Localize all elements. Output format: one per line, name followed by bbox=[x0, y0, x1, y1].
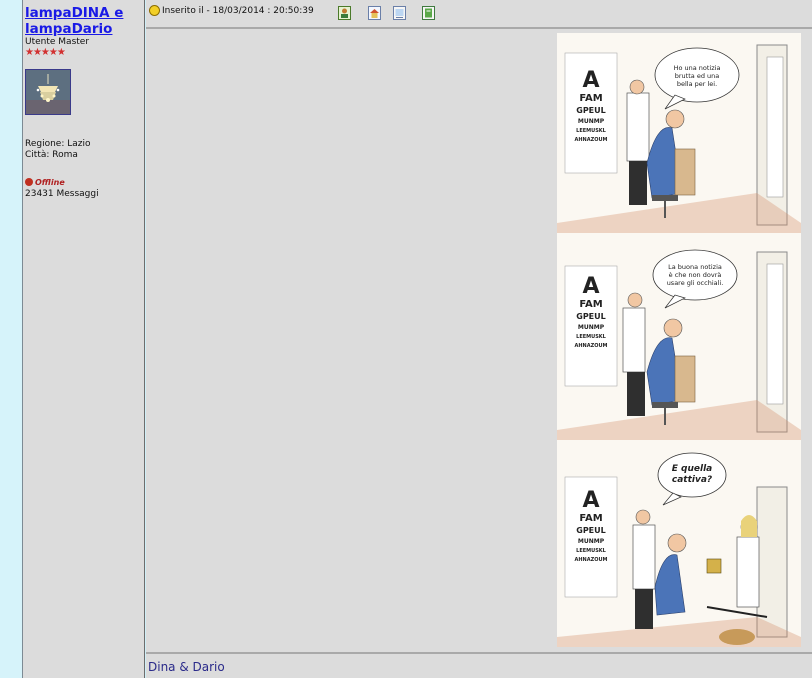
eye-chart-row: A bbox=[582, 68, 599, 93]
comic-bubble-1-line-3: bella per lei. bbox=[677, 80, 717, 88]
comic-panel-2: La buona notizia è che non dovrà usare g… bbox=[557, 240, 801, 440]
comic-bubble-1-line-2: brutta ed una bbox=[675, 72, 719, 80]
edit-icon[interactable] bbox=[422, 6, 435, 20]
post-header: Inserito il - 18/03/2014 : 20:50:39 bbox=[146, 0, 812, 26]
eye-chart-row: LEEMUSKL bbox=[576, 548, 607, 554]
comic-image: Ho una notizia brutta ed una bella per l… bbox=[557, 33, 801, 647]
signature: Dina & Dario bbox=[148, 660, 225, 674]
status-label: Offline bbox=[35, 178, 65, 187]
eye-chart-row: MUNMP bbox=[578, 538, 605, 545]
eye-chart-row: GPEUL bbox=[576, 312, 606, 321]
quote-icon[interactable] bbox=[393, 6, 406, 20]
home-icon[interactable] bbox=[368, 6, 381, 20]
profile-icon[interactable] bbox=[338, 6, 351, 20]
left-strip bbox=[0, 0, 23, 678]
eye-chart-row: A bbox=[582, 488, 599, 513]
eye-chart-row: GPEUL bbox=[576, 106, 606, 115]
status-offline: Offline bbox=[25, 178, 65, 187]
comic-bubble-3-line-2: cattiva? bbox=[672, 475, 712, 485]
eye-chart-row: AHNAZOUM bbox=[574, 557, 607, 563]
signature-divider bbox=[146, 652, 812, 654]
eye-chart-row: LEEMUSKL bbox=[576, 128, 607, 134]
offline-icon bbox=[25, 178, 33, 186]
user-region: Regione: Lazio bbox=[25, 139, 91, 149]
user-rank: Utente Master bbox=[25, 37, 90, 47]
message-count: 23431 Messaggi bbox=[25, 189, 99, 199]
comic-bubble-2-line-2: è che non dovrà bbox=[669, 271, 722, 279]
eye-chart-row: FAM bbox=[579, 513, 602, 524]
eye-chart-row: AHNAZOUM bbox=[574, 343, 607, 349]
comic-bubble-3-line-1: E quella bbox=[672, 464, 712, 474]
avatar bbox=[25, 69, 71, 115]
eye-chart-row: FAM bbox=[579, 299, 602, 310]
comic-panel-3: E quella cattiva? bbox=[557, 447, 801, 647]
user-location: Regione: Lazio Città: Roma bbox=[25, 139, 91, 161]
comic-bubble-1-line-1: Ho una notizia bbox=[674, 64, 721, 72]
eye-chart-row: A bbox=[582, 274, 599, 299]
post-smiley-icon bbox=[149, 5, 160, 16]
comic-bubble-2-line-1: La buona notizia bbox=[668, 263, 722, 271]
user-city: Città: Roma bbox=[25, 150, 78, 160]
eye-chart-row: LEEMUSKL bbox=[576, 334, 607, 340]
post-date: Inserito il - 18/03/2014 : 20:50:39 bbox=[162, 6, 314, 16]
eye-chart-row: AHNAZOUM bbox=[574, 137, 607, 143]
eye-chart-row: GPEUL bbox=[576, 526, 606, 535]
username-link[interactable]: lampaDINA e lampaDario bbox=[25, 5, 143, 37]
comic-bubble-2-line-3: usare gli occhiali. bbox=[667, 279, 724, 287]
eye-chart-row: MUNMP bbox=[578, 324, 605, 331]
post-body: Inserito il - 18/03/2014 : 20:50:39 Ho u… bbox=[146, 0, 812, 678]
eye-chart-row: FAM bbox=[579, 93, 602, 104]
header-divider bbox=[146, 27, 812, 29]
eye-chart-row: MUNMP bbox=[578, 118, 605, 125]
rank-stars: ★★★★★ bbox=[25, 47, 66, 58]
author-panel: lampaDINA e lampaDario Utente Master ★★★… bbox=[23, 0, 145, 678]
